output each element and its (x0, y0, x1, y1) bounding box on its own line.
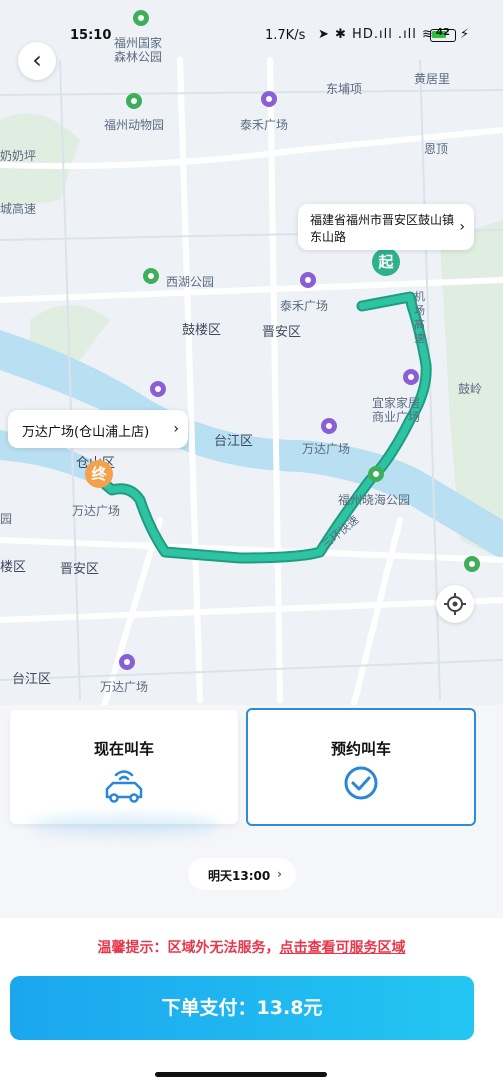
district-label-gulou: 鼓楼区 (182, 323, 222, 338)
place-label-ending: 恩顶 (424, 142, 449, 156)
district-label-taijiang-1: 台江区 (214, 434, 254, 449)
locate-button[interactable] (436, 585, 474, 623)
map-canvas (0, 57, 503, 720)
check-circle-icon (344, 766, 378, 800)
battery-level: 42 (436, 27, 450, 38)
end-address-bubble[interactable]: 万达广场(仓山浦上店) › (8, 410, 188, 448)
battery-icon: 42 (430, 27, 456, 42)
district-label-jinan-2: 晋安区 (60, 562, 100, 577)
end-marker: 终 (85, 460, 113, 488)
poi-label-ikea-2: 商业广场 (372, 410, 421, 424)
place-label-nainaiping: 奶奶坪 (0, 149, 37, 163)
charging-icon: ⚡ (460, 27, 470, 42)
ride-booking-label: 预约叫车 (330, 740, 391, 758)
shopping-icon (403, 369, 419, 385)
forest-park-icon (133, 10, 149, 26)
tip-text: 温馨提示：区域外无法服务， (97, 940, 280, 956)
route-map[interactable]: 福州国家 森林公园 黄居里 东埔项 福州动物园 泰禾广场 恩顶 奶奶坪 城高速 … (0, 0, 503, 720)
poi-label-xiaohai-park: 福州晓海公园 (338, 493, 411, 507)
start-address-bubble[interactable]: 福建省福州市晋安区鼓山镇东山路 › (298, 204, 474, 250)
card-shadow (30, 815, 220, 835)
chevron-right-icon: › (173, 421, 179, 437)
pay-button[interactable]: 下单支付：13.8元 (10, 976, 474, 1040)
road-label-airport-expressway: 机场高速 (414, 290, 425, 345)
poi-label-wanda-2: 万达广场 (72, 504, 121, 518)
service-area-link[interactable]: 点击查看可服务区域 (280, 940, 406, 956)
status-bar: 15:10 1.7K/s ➤ ✱ HD.ıll .ıll ≋ 42 ⚡ (0, 26, 503, 46)
shopping-icon (261, 91, 277, 107)
place-label-dongpuxiang: 东埔项 (326, 82, 363, 96)
shopping-icon (150, 381, 166, 397)
chevron-right-icon: › (459, 219, 465, 235)
status-time: 15:10 (70, 28, 112, 43)
crosshair-icon (444, 593, 466, 615)
poi-label-taihe-2: 泰禾广场 (280, 299, 329, 313)
poi-label-wanda-1: 万达广场 (302, 442, 351, 456)
district-label-jinan-1: 晋安区 (262, 325, 302, 340)
poi-label-zoo: 福州动物园 (104, 118, 165, 132)
poi-label-national-forest-2: 森林公园 (114, 50, 163, 64)
shopping-icon (321, 418, 337, 434)
road-label-chenggaosu: 城高速 (0, 202, 37, 216)
poi-label-taihe-1: 泰禾广场 (240, 118, 289, 132)
network-speed: 1.7K/s (265, 28, 306, 43)
signal-icon: ➤ ✱ HD.ıll .ıll ≋ (318, 27, 434, 42)
schedule-time-label: 明天13:00 (208, 869, 271, 883)
chevron-right-icon: › (277, 867, 282, 881)
poi-label-xihu-park: 西湖公园 (166, 275, 215, 289)
shopping-icon (119, 654, 135, 670)
shopping-icon (300, 272, 316, 288)
park-icon (464, 556, 480, 572)
chevron-left-icon: ‹ (32, 46, 42, 74)
home-indicator (155, 1072, 327, 1077)
zoo-icon (126, 93, 142, 109)
park-icon (368, 466, 384, 482)
schedule-time-chip[interactable]: 明天13:00 › (188, 858, 296, 890)
start-marker: 起 (372, 248, 400, 276)
poi-label-wanda-3: 万达广场 (100, 680, 149, 694)
service-area-tip: 温馨提示：区域外无法服务，点击查看可服务区域 (0, 937, 503, 957)
place-label-guling: 鼓岭 (458, 382, 483, 396)
district-label-louqu: 楼区 (0, 560, 27, 575)
end-address-text: 万达广场(仓山浦上店) (22, 425, 150, 440)
car-signal-icon (105, 770, 143, 803)
ride-now-label: 现在叫车 (93, 740, 154, 758)
place-label-huangjuli: 黄居里 (414, 72, 451, 86)
back-button[interactable]: ‹ (18, 42, 56, 80)
park-icon (143, 268, 159, 284)
ride-now-option[interactable]: 现在叫车 (10, 710, 238, 824)
place-label-yuan: 园 (0, 512, 13, 526)
ride-booking-option[interactable]: 预约叫车 (246, 708, 476, 826)
start-address-text: 福建省福州市晋安区鼓山镇东山路 (310, 213, 455, 244)
district-label-taijiang-2: 台江区 (12, 672, 52, 687)
